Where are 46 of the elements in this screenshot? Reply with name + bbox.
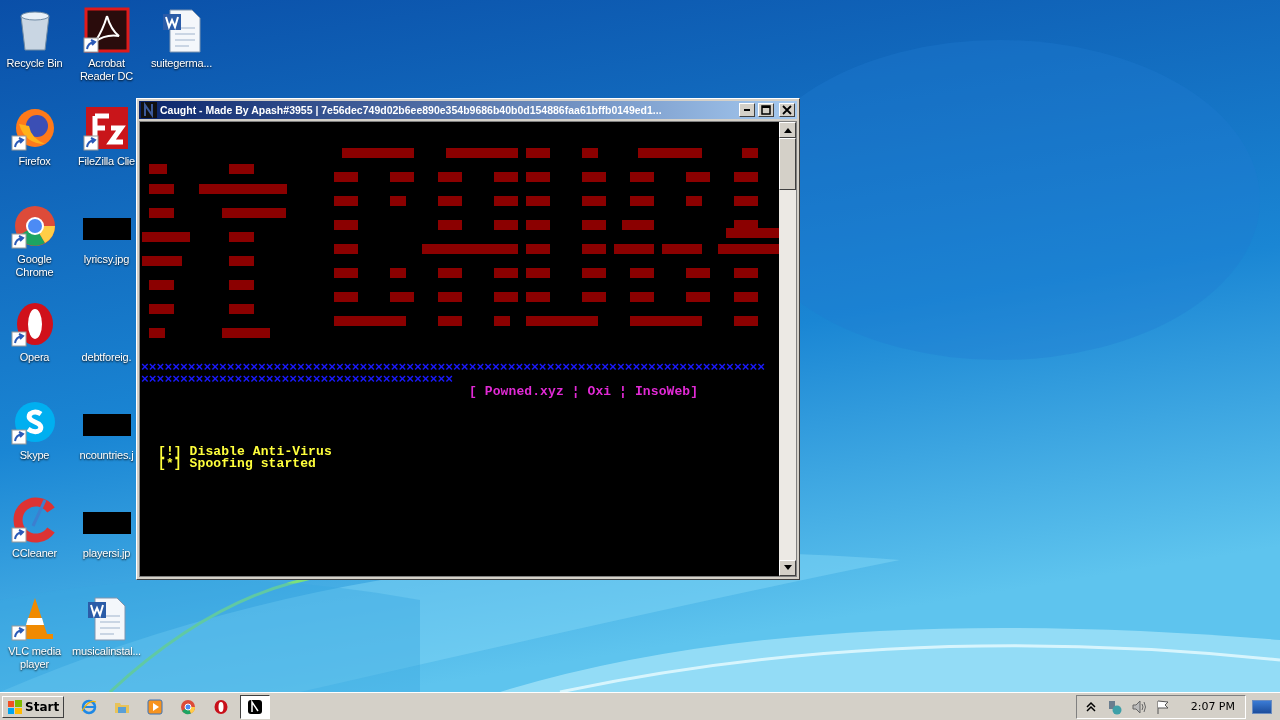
chrome-icon[interactable] <box>180 698 197 715</box>
separator-line: ×××××××××××××××××××××××××××××××××××××××××××××××××××××××××××××××××××××××××××××××× <box>140 362 767 374</box>
opera-icon[interactable] <box>213 698 230 715</box>
volume-icon[interactable] <box>1130 698 1147 715</box>
scroll-bar[interactable] <box>779 122 796 576</box>
icon-label: debtforeig. <box>81 351 132 364</box>
icon-label: FileZilla Clie <box>77 155 136 168</box>
acrobat-icon[interactable] <box>82 6 131 54</box>
icon-label: VLC media player <box>7 645 62 671</box>
app-icon <box>141 102 157 118</box>
media-icon[interactable] <box>147 698 164 715</box>
network-icon[interactable] <box>1106 698 1123 715</box>
icon-label: Opera <box>19 351 50 364</box>
icon-label: Google Chrome <box>14 253 55 279</box>
icon-label: Firefox <box>18 155 51 168</box>
status-message: [!] Disable Anti-Virus <box>158 446 333 458</box>
maximize-icon <box>761 105 771 115</box>
icon-label: Skype <box>19 449 50 462</box>
windows-logo-icon <box>7 698 23 715</box>
icon-label: musicalinstal... <box>72 645 141 658</box>
credit-line: [ Powned.xyz ¦ Oxi ¦ InsoWeb] <box>468 386 700 398</box>
console-app-icon <box>247 698 264 715</box>
maximize-button[interactable] <box>758 103 774 117</box>
filezilla-icon[interactable] <box>82 104 131 152</box>
status-message: [*] Spoofing started <box>158 458 318 470</box>
icon-label: Acrobat Reader DC <box>78 57 135 83</box>
icon-label: lyricsy.jpg <box>83 253 130 266</box>
window-title: Caught - Made By Apash#3955 | 7e56dec749d02b6ee890e354b9686b40b0d154886faa61bffb0149ed1... <box>160 104 663 116</box>
separator-line: ×××××××××××××××××××××××××××××××××××××××× <box>140 374 455 386</box>
icon-label: ncountries.j <box>79 449 134 462</box>
up-arrow-icon[interactable] <box>783 127 792 133</box>
icon-label: playersi.jp <box>82 547 131 560</box>
clock: 2:07 PM <box>1190 700 1235 713</box>
show-desktop-button[interactable] <box>1252 699 1272 714</box>
icon-label: Recycle Bin <box>6 57 63 70</box>
minimize-icon <box>744 109 750 111</box>
close-button[interactable] <box>779 103 795 117</box>
scroll-thumb[interactable] <box>779 138 796 190</box>
down-arrow-icon[interactable] <box>783 565 792 571</box>
minimize-button[interactable] <box>739 103 755 117</box>
flag-icon[interactable] <box>1154 698 1171 715</box>
icon-label: CCleaner <box>12 547 57 560</box>
icon-label: suitegerma... <box>151 57 212 70</box>
close-icon <box>782 105 792 115</box>
start-button[interactable]: Start <box>2 695 65 718</box>
console-task-button[interactable] <box>240 694 271 719</box>
